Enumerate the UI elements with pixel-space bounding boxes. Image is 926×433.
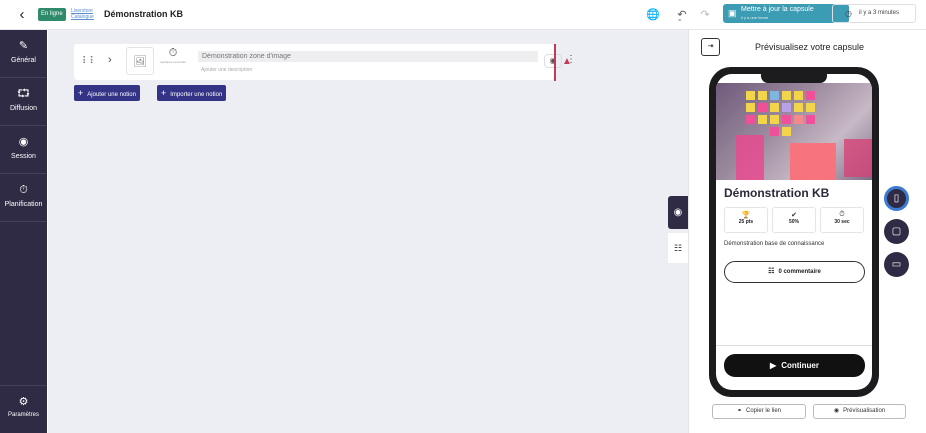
stat-value: 50% bbox=[788, 219, 799, 225]
gear-icon: ⚙ bbox=[18, 396, 29, 408]
description-placeholder[interactable]: Ajouter une description bbox=[201, 67, 252, 73]
top-bar: ‹ En ligne Liserstore Catalogue Démonstr… bbox=[0, 0, 926, 30]
update-capsule-button[interactable]: ▣ Mettre à jour la capsule il y a une he… bbox=[723, 4, 849, 23]
chevron-right-icon[interactable]: › bbox=[108, 54, 112, 66]
add-notion-button[interactable]: + Ajouter une notion bbox=[74, 85, 140, 101]
desktop-device-icon[interactable]: ▭ bbox=[884, 252, 909, 277]
stat-value: 30 sec bbox=[834, 219, 850, 225]
sidebar-item-diffusion[interactable]: ⮔ Diffusion bbox=[0, 78, 47, 126]
visibility-eye-button[interactable]: ◉ bbox=[544, 54, 562, 68]
notion-timer[interactable]: ⏱ quelques secondes bbox=[158, 47, 188, 64]
preview-label: Prévisualisation bbox=[843, 408, 886, 414]
comment-icon: ☷ bbox=[768, 268, 775, 275]
stat-points: 🏆 25 pts bbox=[724, 207, 768, 233]
mobile-device-icon[interactable]: ▯ bbox=[884, 186, 909, 211]
timer-icon: ⏱ bbox=[839, 211, 845, 218]
save-icon: ▣ bbox=[728, 8, 737, 18]
import-notion-button[interactable]: + Importer une notion bbox=[157, 85, 227, 101]
sidebar-item-label: Session bbox=[11, 153, 36, 160]
check-circle-icon: ✔ bbox=[791, 212, 797, 219]
zone-title-input[interactable] bbox=[198, 51, 538, 62]
capsule-description: Démonstration base de connaissance bbox=[724, 241, 825, 247]
plus-icon: + bbox=[161, 88, 167, 98]
tablet-device-icon[interactable]: ▢ bbox=[884, 219, 909, 244]
share-icon: ⮔ bbox=[16, 88, 31, 100]
link-catalogue[interactable]: Catalogue bbox=[71, 14, 94, 20]
timer-label: quelques secondes bbox=[160, 60, 186, 64]
drag-handle-icon[interactable]: ⠇⠇ bbox=[82, 56, 97, 67]
status-badge: En ligne bbox=[38, 8, 66, 21]
comments-button[interactable]: ☷ 0 commentaire bbox=[724, 261, 865, 283]
capsule-cover-image bbox=[716, 83, 872, 180]
settings-label: Paramètres bbox=[7, 412, 39, 418]
collapse-panel-icon[interactable]: ⇥ bbox=[701, 38, 720, 56]
error-indicator-bar bbox=[554, 44, 556, 81]
sidebar-item-session[interactable]: ◉ Session bbox=[0, 126, 47, 174]
editor-area: ⠇⠇ › 🖼 ⏱ quelques secondes Ajouter une d… bbox=[48, 30, 688, 433]
stopwatch-icon: ⏱ bbox=[19, 184, 28, 196]
sidebar-item-label: Diffusion bbox=[9, 105, 38, 112]
comments-label: 0 commentaire bbox=[778, 269, 821, 275]
stat-value: 25 pts bbox=[738, 219, 754, 225]
image-placeholder-icon[interactable]: 🖼 bbox=[126, 47, 154, 75]
eye-icon: ◉ bbox=[833, 408, 840, 414]
link-icon: ⚭ bbox=[736, 408, 742, 414]
sidebar-item-planification[interactable]: ⏱ Planification bbox=[0, 174, 47, 222]
continue-label: Continuer bbox=[781, 361, 819, 370]
phone-frame: Démonstration KB 🏆 25 pts ✔ 50% ⏱ 30 sec… bbox=[709, 67, 879, 397]
update-capsule-sublabel: il y a une heure bbox=[741, 15, 769, 20]
import-notion-label: Importer une notion bbox=[170, 92, 223, 98]
phone-notch bbox=[761, 74, 827, 83]
undo-count: 40 bbox=[678, 18, 682, 22]
add-notion-label: Ajouter une notion bbox=[87, 92, 136, 98]
plus-icon: + bbox=[78, 88, 84, 98]
comment-tab-icon[interactable]: ☷ bbox=[668, 233, 688, 263]
sidebar-item-label: Planification bbox=[4, 201, 43, 208]
copy-link-label: Copier le lien bbox=[746, 408, 782, 414]
pencil-icon: ✎ bbox=[18, 40, 29, 52]
translate-icon[interactable]: 🌐 bbox=[644, 6, 662, 24]
phone-screen: Démonstration KB 🏆 25 pts ✔ 50% ⏱ 30 sec… bbox=[716, 74, 872, 390]
target-icon: ◉ bbox=[18, 136, 29, 148]
breadcrumb-links: Liserstore Catalogue bbox=[71, 8, 94, 20]
warning-icon[interactable]: ▲ bbox=[562, 56, 572, 67]
stat-success-rate: ✔ 50% bbox=[772, 207, 816, 233]
sidebar: ✎ Général ⮔ Diffusion ◉ Session ⏱ Planif… bbox=[0, 30, 47, 433]
trophy-icon: 🏆 bbox=[741, 212, 751, 219]
sidebar-item-settings[interactable]: ⚙ Paramètres bbox=[0, 385, 47, 433]
stat-duration: ⏱ 30 sec bbox=[820, 207, 864, 233]
play-icon: ▶ bbox=[770, 361, 777, 370]
back-arrow-icon[interactable]: ‹ bbox=[14, 7, 30, 23]
continue-button[interactable]: ▶ Continuer bbox=[724, 354, 865, 377]
preview-panel: ⇥ Prévisualisez votre capsule Démonstrat… bbox=[688, 30, 926, 433]
copy-link-button[interactable]: ⚭ Copier le lien bbox=[712, 404, 806, 419]
sidebar-item-label: Général bbox=[11, 57, 36, 64]
divider bbox=[716, 345, 872, 346]
last-saved-box: ◷ il y a 3 minutes bbox=[832, 4, 916, 23]
undo-icon[interactable]: ↶ bbox=[673, 6, 691, 24]
update-capsule-label: Mettre à jour la capsule bbox=[741, 6, 814, 13]
preview-button[interactable]: ◉ Prévisualisation bbox=[813, 404, 906, 419]
stopwatch-icon: ⏱ bbox=[168, 47, 178, 59]
preview-eye-tab[interactable]: ◉ bbox=[668, 196, 688, 229]
history-icon: ◷ bbox=[845, 9, 852, 18]
redo-icon[interactable]: ↷ bbox=[696, 6, 714, 24]
last-saved-text: il y a 3 minutes bbox=[859, 10, 900, 16]
page-title: Démonstration KB bbox=[104, 9, 184, 19]
preview-title: Prévisualisez votre capsule bbox=[755, 42, 865, 52]
capsule-title: Démonstration KB bbox=[724, 186, 830, 200]
notion-card[interactable]: ⠇⠇ › 🖼 ⏱ quelques secondes Ajouter une d… bbox=[74, 44, 576, 80]
sidebar-item-general[interactable]: ✎ Général bbox=[0, 30, 47, 78]
